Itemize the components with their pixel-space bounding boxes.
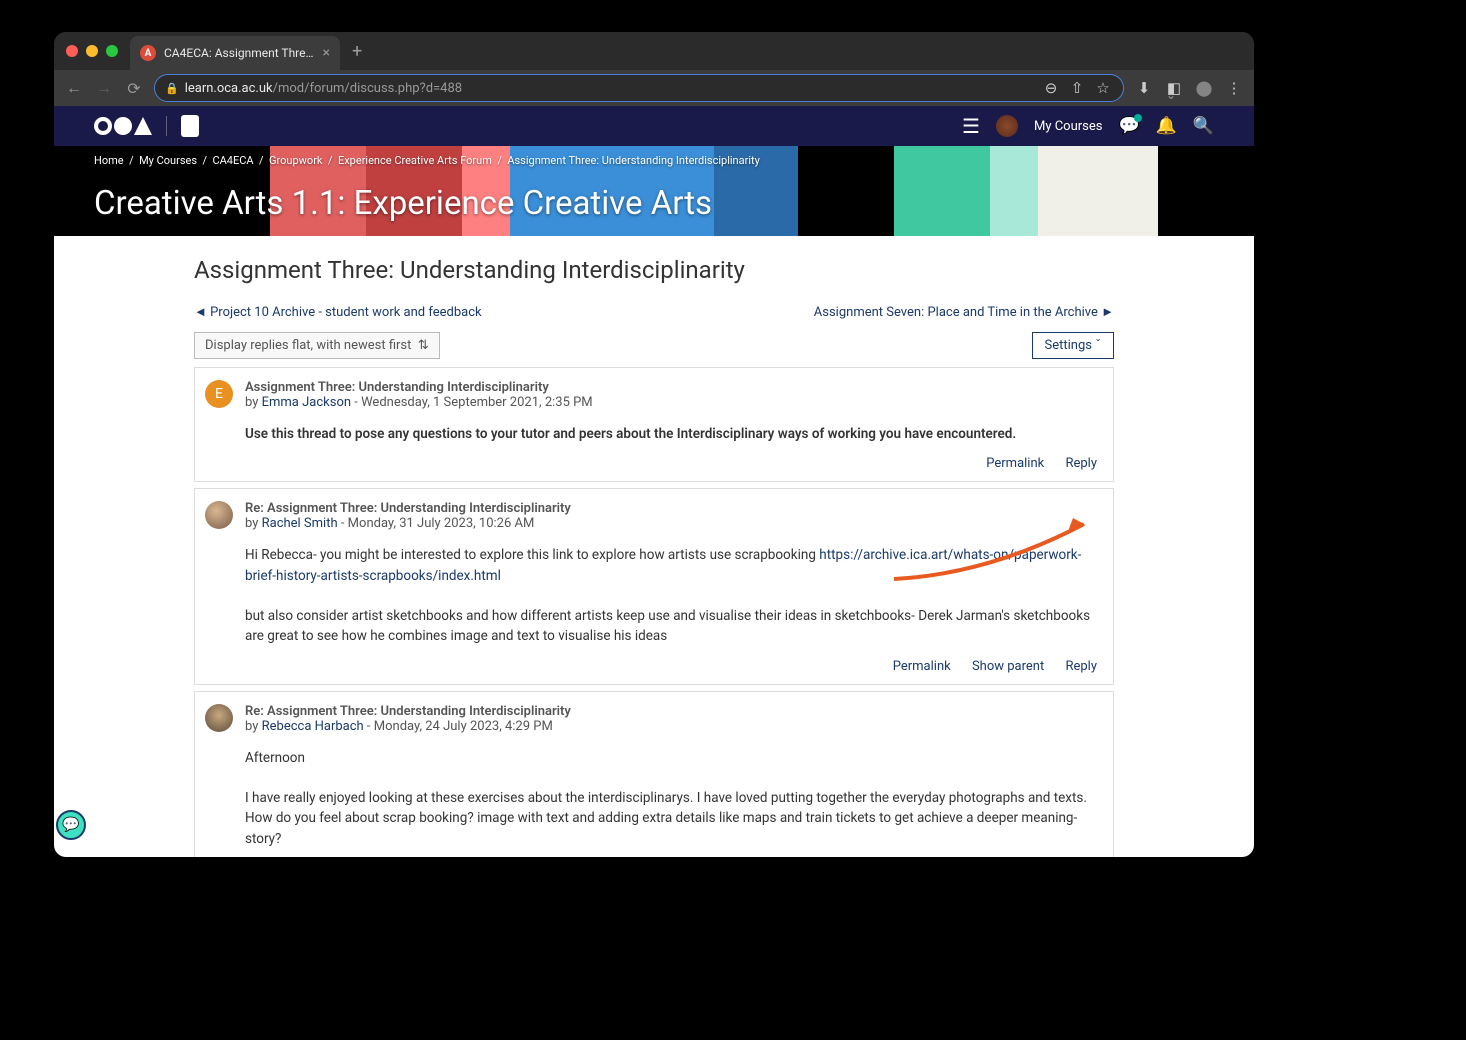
tab-favicon: A: [140, 45, 156, 61]
download-icon[interactable]: ⬇: [1134, 79, 1154, 97]
share-icon[interactable]: ⇧: [1067, 79, 1087, 97]
post-avatar[interactable]: [205, 704, 233, 732]
my-courses-link[interactable]: My Courses: [1034, 119, 1103, 134]
show-parent-link[interactable]: Show parent: [972, 659, 1044, 674]
url-text: learn.oca.ac.uk/mod/forum/discuss.php?d=…: [185, 81, 462, 96]
bookmark-icon[interactable]: ☆: [1093, 79, 1113, 97]
breadcrumb-link[interactable]: Groupwork: [269, 154, 322, 167]
browser-toolbar: ← → ⟳ 🔒 learn.oca.ac.uk/mod/forum/discus…: [54, 70, 1254, 106]
post-meta: by Rebecca Harbach - Monday, 24 July 202…: [245, 719, 1097, 734]
reply-link[interactable]: Reply: [1065, 456, 1097, 471]
discussion-nav: ◄ Project 10 Archive - student work and …: [194, 304, 1114, 320]
close-window-button[interactable]: [66, 45, 78, 57]
address-bar[interactable]: 🔒 learn.oca.ac.uk/mod/forum/discuss.php?…: [154, 74, 1124, 102]
browser-window: ⌄ A CA4ECA: Assignment Three: U × + ← → …: [54, 32, 1254, 857]
tab-title: CA4ECA: Assignment Three: U: [164, 46, 315, 60]
zoom-icon[interactable]: ⊖: [1041, 79, 1061, 97]
controls-row: Display replies flat, with newest first …: [194, 332, 1114, 359]
profile-icon[interactable]: ⬤: [1194, 79, 1214, 97]
next-discussion-link[interactable]: Assignment Seven: Place and Time in the …: [814, 304, 1114, 320]
prev-discussion-link[interactable]: ◄ Project 10 Archive - student work and …: [194, 304, 482, 320]
discussion-title: Assignment Three: Understanding Interdis…: [194, 256, 1114, 284]
back-button[interactable]: ←: [64, 78, 84, 98]
display-mode-select[interactable]: Display replies flat, with newest first …: [194, 332, 440, 359]
minimize-window-button[interactable]: [86, 45, 98, 57]
new-tab-button[interactable]: +: [352, 41, 362, 62]
annotation-arrow: [889, 504, 1104, 584]
post-author-link[interactable]: Rachel Smith: [262, 516, 338, 531]
tab-close-button[interactable]: ×: [323, 45, 330, 61]
breadcrumb-link[interactable]: Home: [94, 154, 124, 167]
post-body: Afternoon I have really enjoyed looking …: [245, 748, 1097, 849]
course-title: Creative Arts 1.1: Experience Creative A…: [94, 184, 712, 223]
post-subject: Re: Assignment Three: Understanding Inte…: [245, 704, 1097, 719]
breadcrumb-link[interactable]: My Courses: [139, 154, 197, 167]
titlebar: A CA4ECA: Assignment Three: U × +: [54, 32, 1254, 70]
notifications-icon[interactable]: 🔔: [1156, 116, 1177, 136]
forum-post: Re: Assignment Three: Understanding Inte…: [194, 691, 1114, 858]
breadcrumb-current: Assignment Three: Understanding Interdis…: [507, 154, 760, 167]
settings-button[interactable]: Settings ˇ: [1032, 332, 1114, 359]
post-author-link[interactable]: Emma Jackson: [262, 395, 351, 410]
site-header: ☰ My Courses 💬 🔔 🔍: [54, 106, 1254, 146]
traffic-lights: [66, 45, 118, 57]
chat-widget-button[interactable]: 💬: [56, 810, 86, 840]
search-icon[interactable]: 🔍: [1193, 116, 1214, 136]
breadcrumb-link[interactable]: CA4ECA: [212, 154, 253, 167]
reply-link[interactable]: Reply: [1065, 659, 1097, 674]
post-actions: Permalink Show parent Reply: [245, 659, 1097, 674]
menu-icon[interactable]: ⋮: [1224, 79, 1244, 97]
user-avatar[interactable]: [996, 115, 1018, 137]
forum-post: E Assignment Three: Understanding Interd…: [194, 367, 1114, 482]
post-subject: Assignment Three: Understanding Interdis…: [245, 380, 1097, 395]
post-author-link[interactable]: Rebecca Harbach: [262, 719, 364, 734]
post-meta: by Emma Jackson - Wednesday, 1 September…: [245, 395, 1097, 410]
post-avatar[interactable]: E: [205, 380, 233, 408]
forward-button[interactable]: →: [94, 78, 114, 98]
window-menu-chevron[interactable]: ⌄: [1166, 88, 1176, 102]
site-logo[interactable]: [94, 115, 199, 137]
post-body: Use this thread to pose any questions to…: [245, 424, 1097, 444]
breadcrumb-link[interactable]: Experience Creative Arts Forum: [338, 154, 492, 167]
browser-tab[interactable]: A CA4ECA: Assignment Three: U ×: [130, 36, 340, 70]
messages-icon[interactable]: 💬: [1118, 116, 1139, 136]
post-actions: Permalink Reply: [245, 456, 1097, 471]
page-content: ☰ My Courses 💬 🔔 🔍 Home / My Courses / C…: [54, 106, 1254, 857]
course-banner: Home / My Courses / CA4ECA / Groupwork /…: [54, 146, 1254, 236]
lock-icon: 🔒: [165, 82, 179, 95]
breadcrumb: Home / My Courses / CA4ECA / Groupwork /…: [94, 154, 760, 167]
permalink-link[interactable]: Permalink: [986, 456, 1044, 471]
permalink-link[interactable]: Permalink: [893, 659, 951, 674]
post-avatar[interactable]: [205, 501, 233, 529]
maximize-window-button[interactable]: [106, 45, 118, 57]
menu-toggle-icon[interactable]: ☰: [962, 114, 980, 138]
reload-button[interactable]: ⟳: [124, 79, 144, 98]
